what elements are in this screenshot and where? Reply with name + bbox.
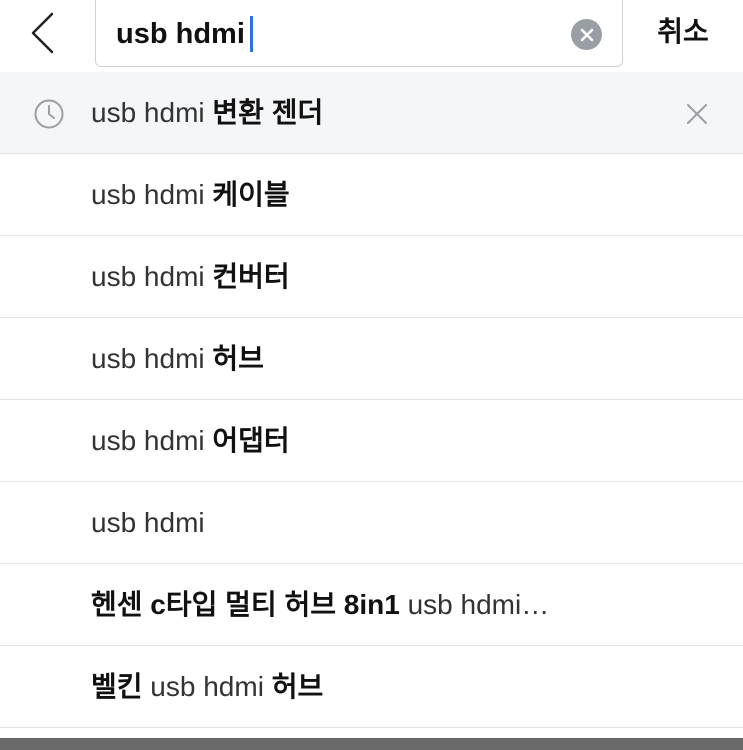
product-suggestion-item[interactable]: 헨센 c타입 멀티 허브 8in1 usb hdmi… [0,564,743,646]
brand-name: 벨킨 [91,671,143,702]
suggestion-text: 헨센 c타입 멀티 허브 8in1 usb hdmi… [91,564,549,646]
suggestion-text: usb hdmi 케이블 [91,154,290,236]
suggestion-suffix: 컨버터 [212,261,290,292]
text-caret [249,16,253,52]
suggestion-item[interactable]: usb hdmi 케이블 [0,154,743,236]
suggestion-item[interactable]: usb hdmi 컨버터 [0,236,743,318]
cancel-button[interactable]: 취소 [640,10,726,54]
recent-search-item[interactable]: usb hdmi 변환 젠더 [0,72,743,154]
suggestion-text: usb hdmi 어댑터 [91,400,290,482]
suggestion-text: usb hdmi 변환 젠더 [91,72,323,154]
suggestion-item[interactable]: usb hdmi 어댑터 [0,400,743,482]
product-name: 헨센 c타입 멀티 허브 8in1 [91,589,400,620]
suggestion-text: usb hdmi 허브 [91,318,264,400]
suggestion-prefix: usb hdmi [91,97,213,128]
clock-icon [34,99,64,129]
suggestion-list: usb hdmi 변환 젠더 usb hdmi 케이블 usb hdmi 컨버터… [0,72,743,728]
remove-recent-button[interactable] [680,97,714,131]
suggestion-item[interactable]: usb hdmi 허브 [0,318,743,400]
clear-search-button[interactable] [571,19,602,50]
chevron-left-icon [31,12,54,54]
back-button[interactable] [18,6,68,60]
product-keyword: usb hdmi… [399,589,550,620]
suggestion-suffix: 케이블 [212,179,290,210]
suggestion-text: 벨킨 usb hdmi 허브 [91,646,323,728]
suggestion-suffix: 허브 [212,343,264,374]
close-icon [687,104,707,124]
search-query: usb hdmi [116,18,245,50]
suggestion-suffix: 어댑터 [212,425,290,456]
product-suggestion-item[interactable]: 벨킨 usb hdmi 허브 [0,646,743,728]
suggestion-text: usb hdmi [91,482,205,564]
clear-circle-icon [580,28,593,41]
suggestion-prefix: usb hdmi [91,507,205,538]
suggestion-suffix: 변환 젠더 [212,97,324,128]
search-input[interactable]: usb hdmi [116,13,253,55]
suggestion-prefix: usb hdmi [91,425,213,456]
suggestion-prefix: usb hdmi [91,261,213,292]
suggestion-suffix: 허브 [271,671,324,702]
product-keyword: usb hdmi [142,671,272,702]
suggestion-item[interactable]: usb hdmi [0,482,743,564]
suggestion-prefix: usb hdmi [91,343,213,374]
search-header: usb hdmi 취소 [0,0,743,72]
search-box[interactable]: usb hdmi [95,0,623,67]
suggestion-prefix: usb hdmi [91,179,213,210]
bottom-bar [0,738,743,750]
suggestion-text: usb hdmi 컨버터 [91,236,290,318]
